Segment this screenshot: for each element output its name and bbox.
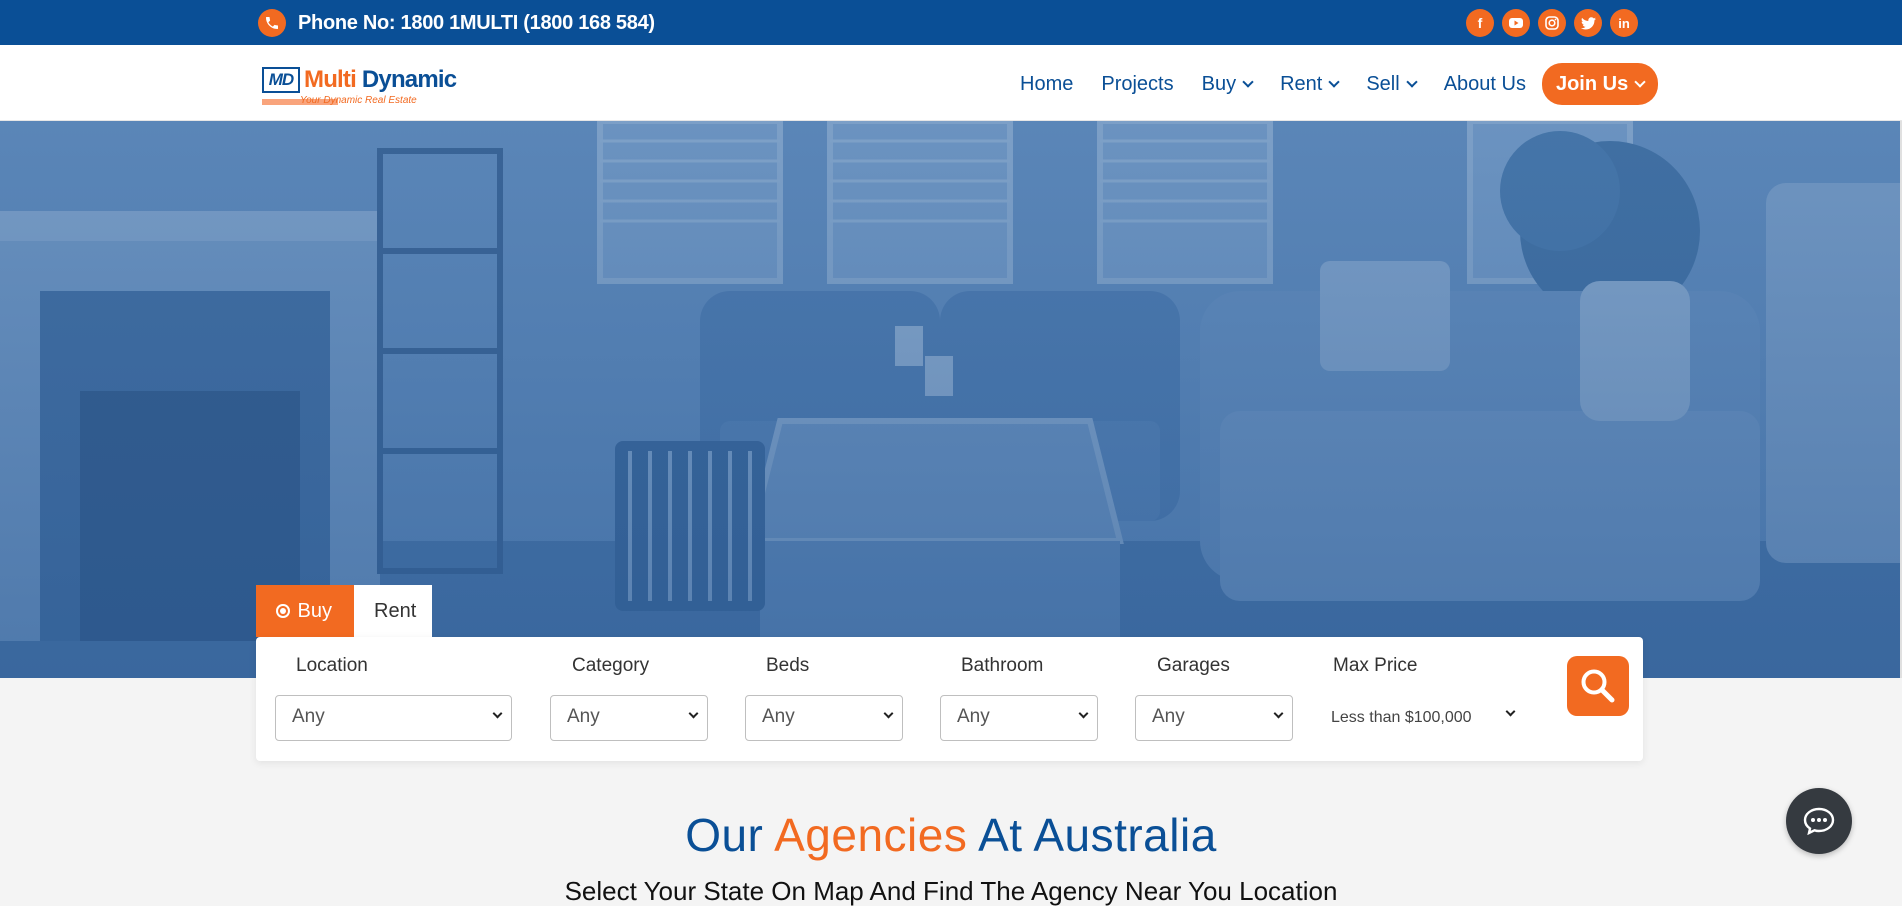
- facebook-icon[interactable]: f: [1466, 9, 1494, 37]
- garages-label: Garages: [1157, 655, 1230, 676]
- garages-value: Any: [1152, 706, 1185, 727]
- location-select[interactable]: Any: [275, 695, 512, 741]
- bathroom-select[interactable]: Any: [940, 695, 1098, 741]
- chevron-down-icon: [688, 708, 699, 719]
- chevron-down-icon: [1273, 708, 1284, 719]
- beds-value: Any: [762, 706, 795, 727]
- beds-label: Beds: [766, 655, 810, 676]
- nav-home[interactable]: Home: [1006, 64, 1087, 104]
- tab-buy-label: Buy: [297, 599, 332, 622]
- twitter-icon[interactable]: [1574, 9, 1602, 37]
- chevron-down-icon: [492, 708, 503, 719]
- tab-rent-label: Rent: [374, 599, 417, 622]
- nav-menu: Home Projects Buy Rent Sell About Us Joi…: [1006, 63, 1659, 105]
- search-icon: [1581, 669, 1615, 703]
- location-value: Any: [292, 706, 325, 727]
- instagram-icon[interactable]: [1538, 9, 1566, 37]
- garages-select[interactable]: Any: [1135, 695, 1293, 741]
- nav-sell[interactable]: Sell: [1352, 64, 1429, 104]
- nav-projects[interactable]: Projects: [1087, 64, 1187, 104]
- agencies-subheading: Select Your State On Map And Find The Ag…: [564, 876, 1338, 906]
- chat-bubble-icon: [1803, 807, 1835, 835]
- logo-mark: MD: [262, 67, 300, 93]
- chevron-down-icon: [1242, 76, 1254, 88]
- linkedin-icon[interactable]: in: [1610, 9, 1638, 37]
- max-price-value: Less than $100,000: [1331, 709, 1472, 726]
- page: Phone No: 1800 1MULTI (1800 168 584) f i…: [0, 0, 1902, 906]
- search-button[interactable]: [1567, 656, 1629, 716]
- nav-rent-label: Rent: [1280, 72, 1323, 95]
- social-links: f in: [1466, 9, 1638, 37]
- heading-part-our: Our: [685, 809, 764, 861]
- chevron-down-icon: [1406, 76, 1418, 88]
- logo-wordmark: Multi Dynamic: [304, 66, 457, 93]
- category-value: Any: [567, 706, 600, 727]
- logo-name-part2: Dynamic: [361, 66, 457, 93]
- bathroom-label: Bathroom: [961, 655, 1044, 676]
- chat-button[interactable]: [1786, 788, 1852, 854]
- tab-rent[interactable]: Rent: [354, 585, 432, 637]
- category-label: Category: [572, 655, 650, 676]
- max-price-label: Max Price: [1333, 655, 1418, 676]
- main-navbar: MD Multi Dynamic Your Dynamic Real Estat…: [0, 45, 1902, 121]
- phone-icon: [258, 9, 286, 37]
- property-search-panel: Location Any Category Any Beds Any Bathr…: [256, 637, 1643, 761]
- chevron-down-icon: [1505, 706, 1516, 717]
- top-contact-bar: Phone No: 1800 1MULTI (1800 168 584) f i…: [0, 0, 1902, 45]
- logo-title: Multi Dynamic: [304, 66, 457, 93]
- heading-part-agencies: Agencies: [774, 809, 968, 861]
- tab-buy[interactable]: Buy: [256, 585, 354, 637]
- logo-tagline: Your Dynamic Real Estate: [300, 95, 417, 106]
- search-tabs: Buy Rent: [256, 585, 432, 637]
- logo[interactable]: MD Multi Dynamic Your Dynamic Real Estat…: [262, 66, 457, 106]
- logo-name-part1: Multi: [304, 66, 357, 93]
- phone-contact[interactable]: Phone No: 1800 1MULTI (1800 168 584): [258, 9, 655, 37]
- radio-selected-icon: [276, 604, 290, 618]
- nav-sell-label: Sell: [1366, 72, 1400, 95]
- join-us-label: Join Us: [1555, 72, 1629, 95]
- agencies-heading: Our Agencies At Australia: [0, 808, 1902, 862]
- chevron-down-icon: [1328, 76, 1340, 88]
- max-price-select[interactable]: Less than $100,000: [1331, 706, 1516, 727]
- heading-part-australia: At Australia: [978, 809, 1217, 861]
- bathroom-value: Any: [957, 706, 990, 727]
- nav-about[interactable]: About Us: [1430, 64, 1540, 104]
- category-select[interactable]: Any: [550, 695, 708, 741]
- phone-number-text: Phone No: 1800 1MULTI (1800 168 584): [298, 11, 655, 34]
- nav-buy[interactable]: Buy: [1188, 64, 1266, 104]
- youtube-icon[interactable]: [1502, 9, 1530, 37]
- join-us-button[interactable]: Join Us: [1541, 63, 1659, 105]
- chevron-down-icon: [1078, 708, 1089, 719]
- location-label: Location: [296, 655, 368, 676]
- nav-rent[interactable]: Rent: [1266, 64, 1352, 104]
- chevron-down-icon: [1634, 76, 1646, 88]
- nav-buy-label: Buy: [1201, 72, 1237, 95]
- beds-select[interactable]: Any: [745, 695, 903, 741]
- chevron-down-icon: [883, 708, 894, 719]
